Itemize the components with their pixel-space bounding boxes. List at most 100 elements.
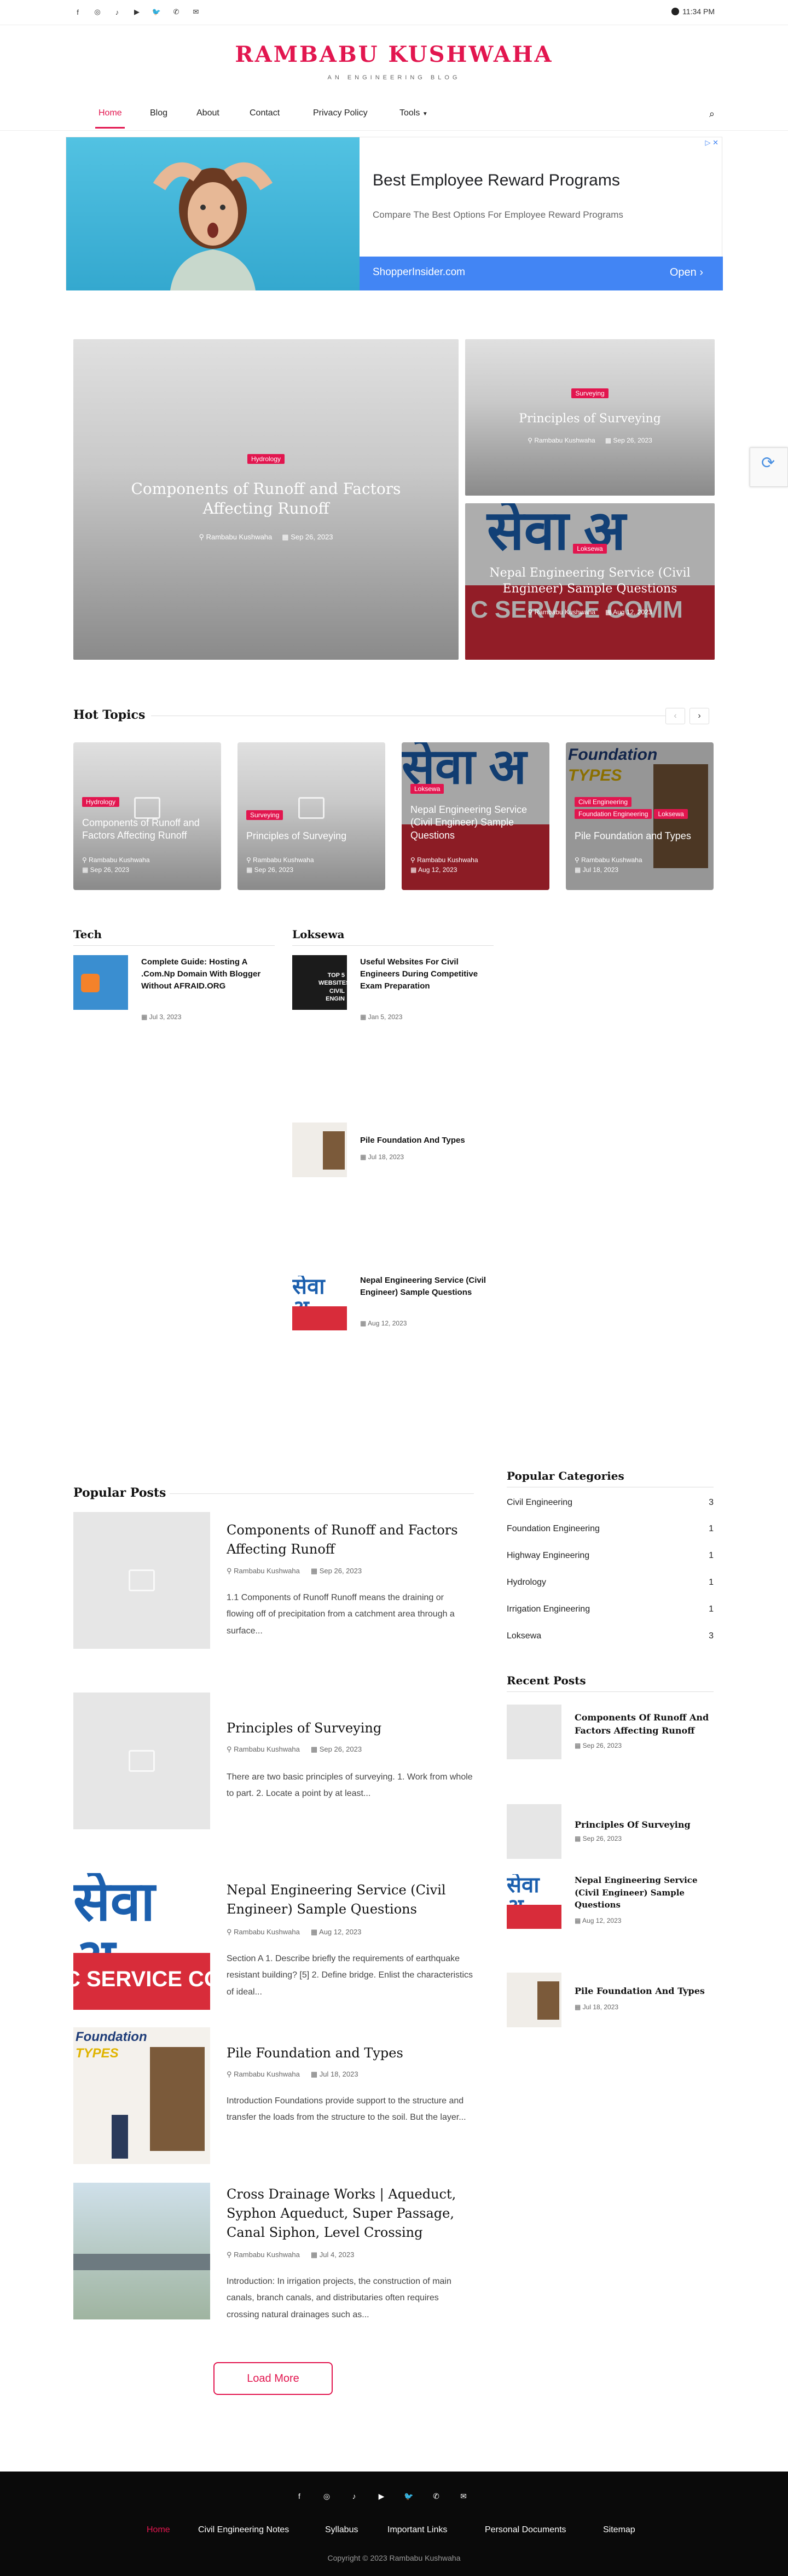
post-thumbnail[interactable]: TOP 5 WEBSITES CIVIL ENGIN bbox=[292, 955, 347, 1010]
mail-icon[interactable]: ✉ bbox=[459, 2491, 468, 2501]
featured-post-side-2[interactable]: सेवा अ C SERVICE COMM Loksewa Nepal Engi… bbox=[465, 503, 715, 660]
facebook-icon[interactable]: f bbox=[73, 8, 82, 16]
footer-link-sitemap[interactable]: Sitemap bbox=[603, 2525, 635, 2535]
category-badge[interactable]: Loksewa bbox=[654, 809, 688, 819]
category-badge[interactable]: Surveying bbox=[571, 388, 609, 398]
footer-link-important-links[interactable]: Important Links bbox=[387, 2525, 447, 2535]
load-more-button[interactable]: Load More bbox=[213, 2362, 333, 2395]
ad-image[interactable] bbox=[66, 137, 360, 290]
post-thumbnail[interactable]: सेवा अ bbox=[507, 1874, 561, 1929]
post-title[interactable]: Complete Guide: Hosting A .Com.Np Domain… bbox=[141, 956, 270, 992]
post-title[interactable]: Pile Foundation and Types bbox=[227, 2044, 473, 2063]
nav-blog[interactable]: Blog bbox=[150, 108, 167, 118]
category-badge[interactable]: Loksewa bbox=[573, 544, 607, 554]
footer-link-syllabus[interactable]: Syllabus bbox=[325, 2525, 358, 2535]
category-item[interactable]: Irrigation Engineering 1 bbox=[507, 1604, 714, 1614]
category-item[interactable]: Hydrology 1 bbox=[507, 1578, 714, 1588]
youtube-icon[interactable]: ▶ bbox=[132, 8, 141, 16]
post-title[interactable]: Nepal Engineering Service (Civil Enginee… bbox=[360, 1275, 489, 1299]
post-thumbnail[interactable]: सेवा अ C SERVICE COMM bbox=[73, 1873, 210, 2010]
hot-topic-card[interactable]: Surveying Principles of Surveying ⚲ Ramb… bbox=[237, 742, 385, 890]
phone-icon[interactable]: ✆ bbox=[431, 2491, 441, 2501]
post-title[interactable]: Components of Runoff and Factors Affecti… bbox=[227, 1521, 473, 1559]
category-count: 3 bbox=[709, 1631, 714, 1641]
post-title[interactable]: Nepal Engineering Service (Civil Enginee… bbox=[575, 1874, 714, 1911]
post-title[interactable]: Components Of Runoff And Factors Affecti… bbox=[575, 1711, 714, 1737]
post-thumbnail[interactable] bbox=[73, 2183, 210, 2319]
category-badge[interactable]: Surveying bbox=[246, 810, 283, 820]
tiktok-icon[interactable]: ♪ bbox=[113, 8, 121, 16]
post-title[interactable]: Principles Of Surveying bbox=[575, 1818, 714, 1831]
hot-topic-title[interactable]: Principles of Surveying bbox=[246, 830, 379, 842]
aqueduct-illustration bbox=[73, 2254, 210, 2270]
post-thumbnail[interactable]: Foundation TYPES bbox=[73, 2027, 210, 2164]
footer-link-personal-documents[interactable]: Personal Documents bbox=[485, 2525, 566, 2535]
hot-topic-title[interactable]: Nepal Engineering Service (Civil Enginee… bbox=[410, 804, 543, 842]
category-item[interactable]: Highway Engineering 1 bbox=[507, 1551, 714, 1561]
post-date: ▦ Sep 26, 2023 bbox=[605, 437, 652, 444]
post-thumbnail[interactable] bbox=[292, 1123, 347, 1177]
chevron-left-icon: ‹ bbox=[674, 711, 677, 720]
post-thumbnail[interactable] bbox=[507, 1804, 561, 1859]
featured-title[interactable]: Principles of Surveying bbox=[476, 411, 704, 427]
instagram-icon[interactable]: ◎ bbox=[322, 2491, 332, 2501]
category-count: 3 bbox=[709, 1498, 714, 1507]
category-item[interactable]: Loksewa 3 bbox=[507, 1631, 714, 1641]
site-logo[interactable]: RAMBABU KUSHWAHA bbox=[0, 42, 788, 67]
mail-icon[interactable]: ✉ bbox=[192, 8, 200, 16]
featured-post-side-1[interactable]: Surveying Principles of Surveying ⚲ Ramb… bbox=[465, 339, 715, 496]
nav-privacy-policy[interactable]: Privacy Policy bbox=[313, 108, 368, 118]
hot-topic-title[interactable]: Components of Runoff and Factors Affecti… bbox=[82, 817, 215, 842]
category-item[interactable]: Civil Engineering 3 bbox=[507, 1498, 714, 1508]
youtube-icon[interactable]: ▶ bbox=[376, 2491, 386, 2501]
ad-choices-icon[interactable]: ▷ ✕ bbox=[705, 138, 719, 147]
hot-topic-title[interactable]: Pile Foundation and Types bbox=[575, 830, 707, 842]
site-footer: f ◎ ♪ ▶ 🐦 ✆ ✉ Home Civil Engineering Not… bbox=[0, 2472, 788, 2576]
footer-link-civil-engineering-notes[interactable]: Civil Engineering Notes bbox=[198, 2525, 289, 2535]
post-title[interactable]: Cross Drainage Works | Aqueduct, Syphon … bbox=[227, 2185, 473, 2242]
post-date: ▦ Aug 12, 2023 bbox=[360, 1319, 407, 1327]
carousel-next-button[interactable]: › bbox=[690, 708, 709, 724]
twitter-icon[interactable]: 🐦 bbox=[152, 8, 161, 16]
category-badge[interactable]: Civil Engineering bbox=[575, 797, 632, 807]
ad-headline[interactable]: Best Employee Reward Programs bbox=[373, 171, 620, 190]
category-badge[interactable]: Hydrology bbox=[247, 454, 285, 464]
hot-topic-card[interactable]: सेवा अ Loksewa Nepal Engineering Service… bbox=[402, 742, 549, 890]
featured-title[interactable]: Components of Runoff and Factors Affecti… bbox=[106, 479, 426, 519]
featured-title[interactable]: Nepal Engineering Service (Civil Enginee… bbox=[482, 566, 698, 597]
post-thumbnail[interactable] bbox=[73, 1512, 210, 1649]
phone-icon[interactable]: ✆ bbox=[172, 8, 181, 16]
footer-link-home[interactable]: Home bbox=[147, 2525, 170, 2535]
post-thumbnail[interactable] bbox=[73, 955, 128, 1010]
twitter-icon[interactable]: 🐦 bbox=[404, 2491, 414, 2501]
advertisement[interactable]: Best Employee Reward Programs Compare Th… bbox=[66, 137, 723, 290]
post-title[interactable]: Useful Websites For Civil Engineers Duri… bbox=[360, 956, 489, 992]
post-thumbnail[interactable]: सेवा अ bbox=[292, 1276, 347, 1330]
search-icon[interactable]: ⌕ bbox=[709, 108, 715, 120]
nav-contact[interactable]: Contact bbox=[250, 108, 280, 118]
post-thumbnail[interactable] bbox=[73, 1693, 210, 1829]
tiktok-icon[interactable]: ♪ bbox=[349, 2491, 359, 2501]
ad-open-button[interactable]: Open › bbox=[670, 266, 703, 279]
post-thumbnail[interactable] bbox=[507, 1973, 561, 2027]
facebook-icon[interactable]: f bbox=[294, 2491, 304, 2501]
category-item[interactable]: Foundation Engineering 1 bbox=[507, 1524, 714, 1534]
nav-about[interactable]: About bbox=[196, 108, 219, 118]
category-badge[interactable]: Foundation Engineering bbox=[575, 809, 652, 819]
hot-topic-card[interactable]: Foundation TYPES Civil Engineering Found… bbox=[566, 742, 714, 890]
category-badge[interactable]: Hydrology bbox=[82, 797, 120, 807]
post-title[interactable]: Nepal Engineering Service (Civil Enginee… bbox=[227, 1881, 473, 1919]
instagram-icon[interactable]: ◎ bbox=[93, 8, 102, 16]
nav-home[interactable]: Home bbox=[99, 108, 122, 118]
nav-tools[interactable]: Tools ▼ bbox=[399, 108, 428, 118]
carousel-prev-button[interactable]: ‹ bbox=[665, 708, 685, 724]
post-title[interactable]: Pile Foundation And Types bbox=[575, 1985, 714, 1998]
recaptcha-badge[interactable]: ⟳ bbox=[750, 447, 788, 487]
category-badge[interactable]: Loksewa bbox=[410, 784, 444, 794]
post-thumbnail[interactable] bbox=[507, 1705, 561, 1759]
post-meta: ⚲ Rambabu Kushwaha ▦ Jul 4, 2023 bbox=[227, 2251, 354, 2259]
post-title[interactable]: Principles of Surveying bbox=[227, 1719, 473, 1738]
featured-post-main[interactable]: Hydrology Components of Runoff and Facto… bbox=[73, 339, 459, 660]
hot-topic-card[interactable]: Hydrology Components of Runoff and Facto… bbox=[73, 742, 221, 890]
post-title[interactable]: Pile Foundation And Types bbox=[360, 1135, 489, 1147]
